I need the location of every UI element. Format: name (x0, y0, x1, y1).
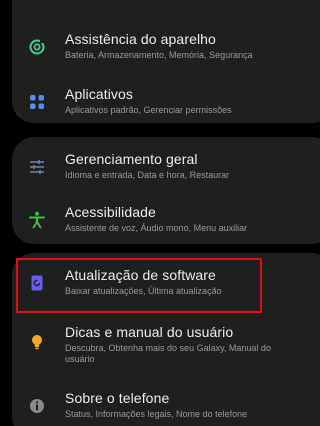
settings-item-title: Assistência do aparelho (65, 31, 216, 47)
settings-item-subtitle: Descubra, Obtenha mais do seu Galaxy, Ma… (65, 343, 271, 364)
tips-lightbulb-icon (28, 333, 46, 351)
device-care-icon (28, 38, 46, 56)
settings-item-subtitle: Assistente de voz, Áudio mono, Menu auxi… (65, 223, 248, 233)
settings-item-title: Acessibilidade (65, 204, 156, 220)
settings-screen: Assistência do aparelho Bateria, Armazen… (0, 0, 320, 426)
settings-item-title: Aplicativos (65, 86, 134, 102)
settings-item-subtitle: Bateria, Armazenamento, Memória, Seguran… (65, 50, 253, 60)
settings-item-software-update[interactable]: Atualização de software Baixar atualizaç… (12, 261, 320, 311)
settings-item-subtitle: Aplicativos padrão, Gerenciar permissões (65, 105, 232, 115)
settings-item-device-care[interactable]: Assistência do aparelho Bateria, Armazen… (12, 25, 320, 75)
settings-item-subtitle: Baixar atualizações, Última atualização (65, 286, 222, 296)
settings-item-title: Gerenciamento geral (65, 151, 198, 167)
software-update-icon (28, 274, 46, 292)
general-management-icon (28, 158, 46, 176)
settings-item-about-phone[interactable]: Sobre o telefone Status, Informações leg… (12, 384, 320, 426)
settings-item-title: Sobre o telefone (65, 390, 170, 406)
accessibility-icon (28, 211, 46, 229)
settings-item-subtitle: Idioma e entrada, Data e hora, Restaurar (65, 170, 230, 180)
settings-item-general-management[interactable]: Gerenciamento geral Idioma e entrada, Da… (12, 145, 320, 195)
settings-item-title: Dicas e manual do usuário (65, 324, 234, 340)
apps-icon (28, 93, 46, 111)
settings-item-accessibility[interactable]: Acessibilidade Assistente de voz, Áudio … (12, 198, 320, 248)
settings-item-apps[interactable]: Aplicativos Aplicativos padrão, Gerencia… (12, 80, 320, 130)
settings-item-tips-manual[interactable]: Dicas e manual do usuário Descubra, Obte… (12, 318, 320, 378)
info-icon (28, 397, 46, 415)
settings-item-title: Atualização de software (65, 267, 216, 283)
settings-item-subtitle: Status, Informações legais, Nome do tele… (65, 409, 248, 419)
